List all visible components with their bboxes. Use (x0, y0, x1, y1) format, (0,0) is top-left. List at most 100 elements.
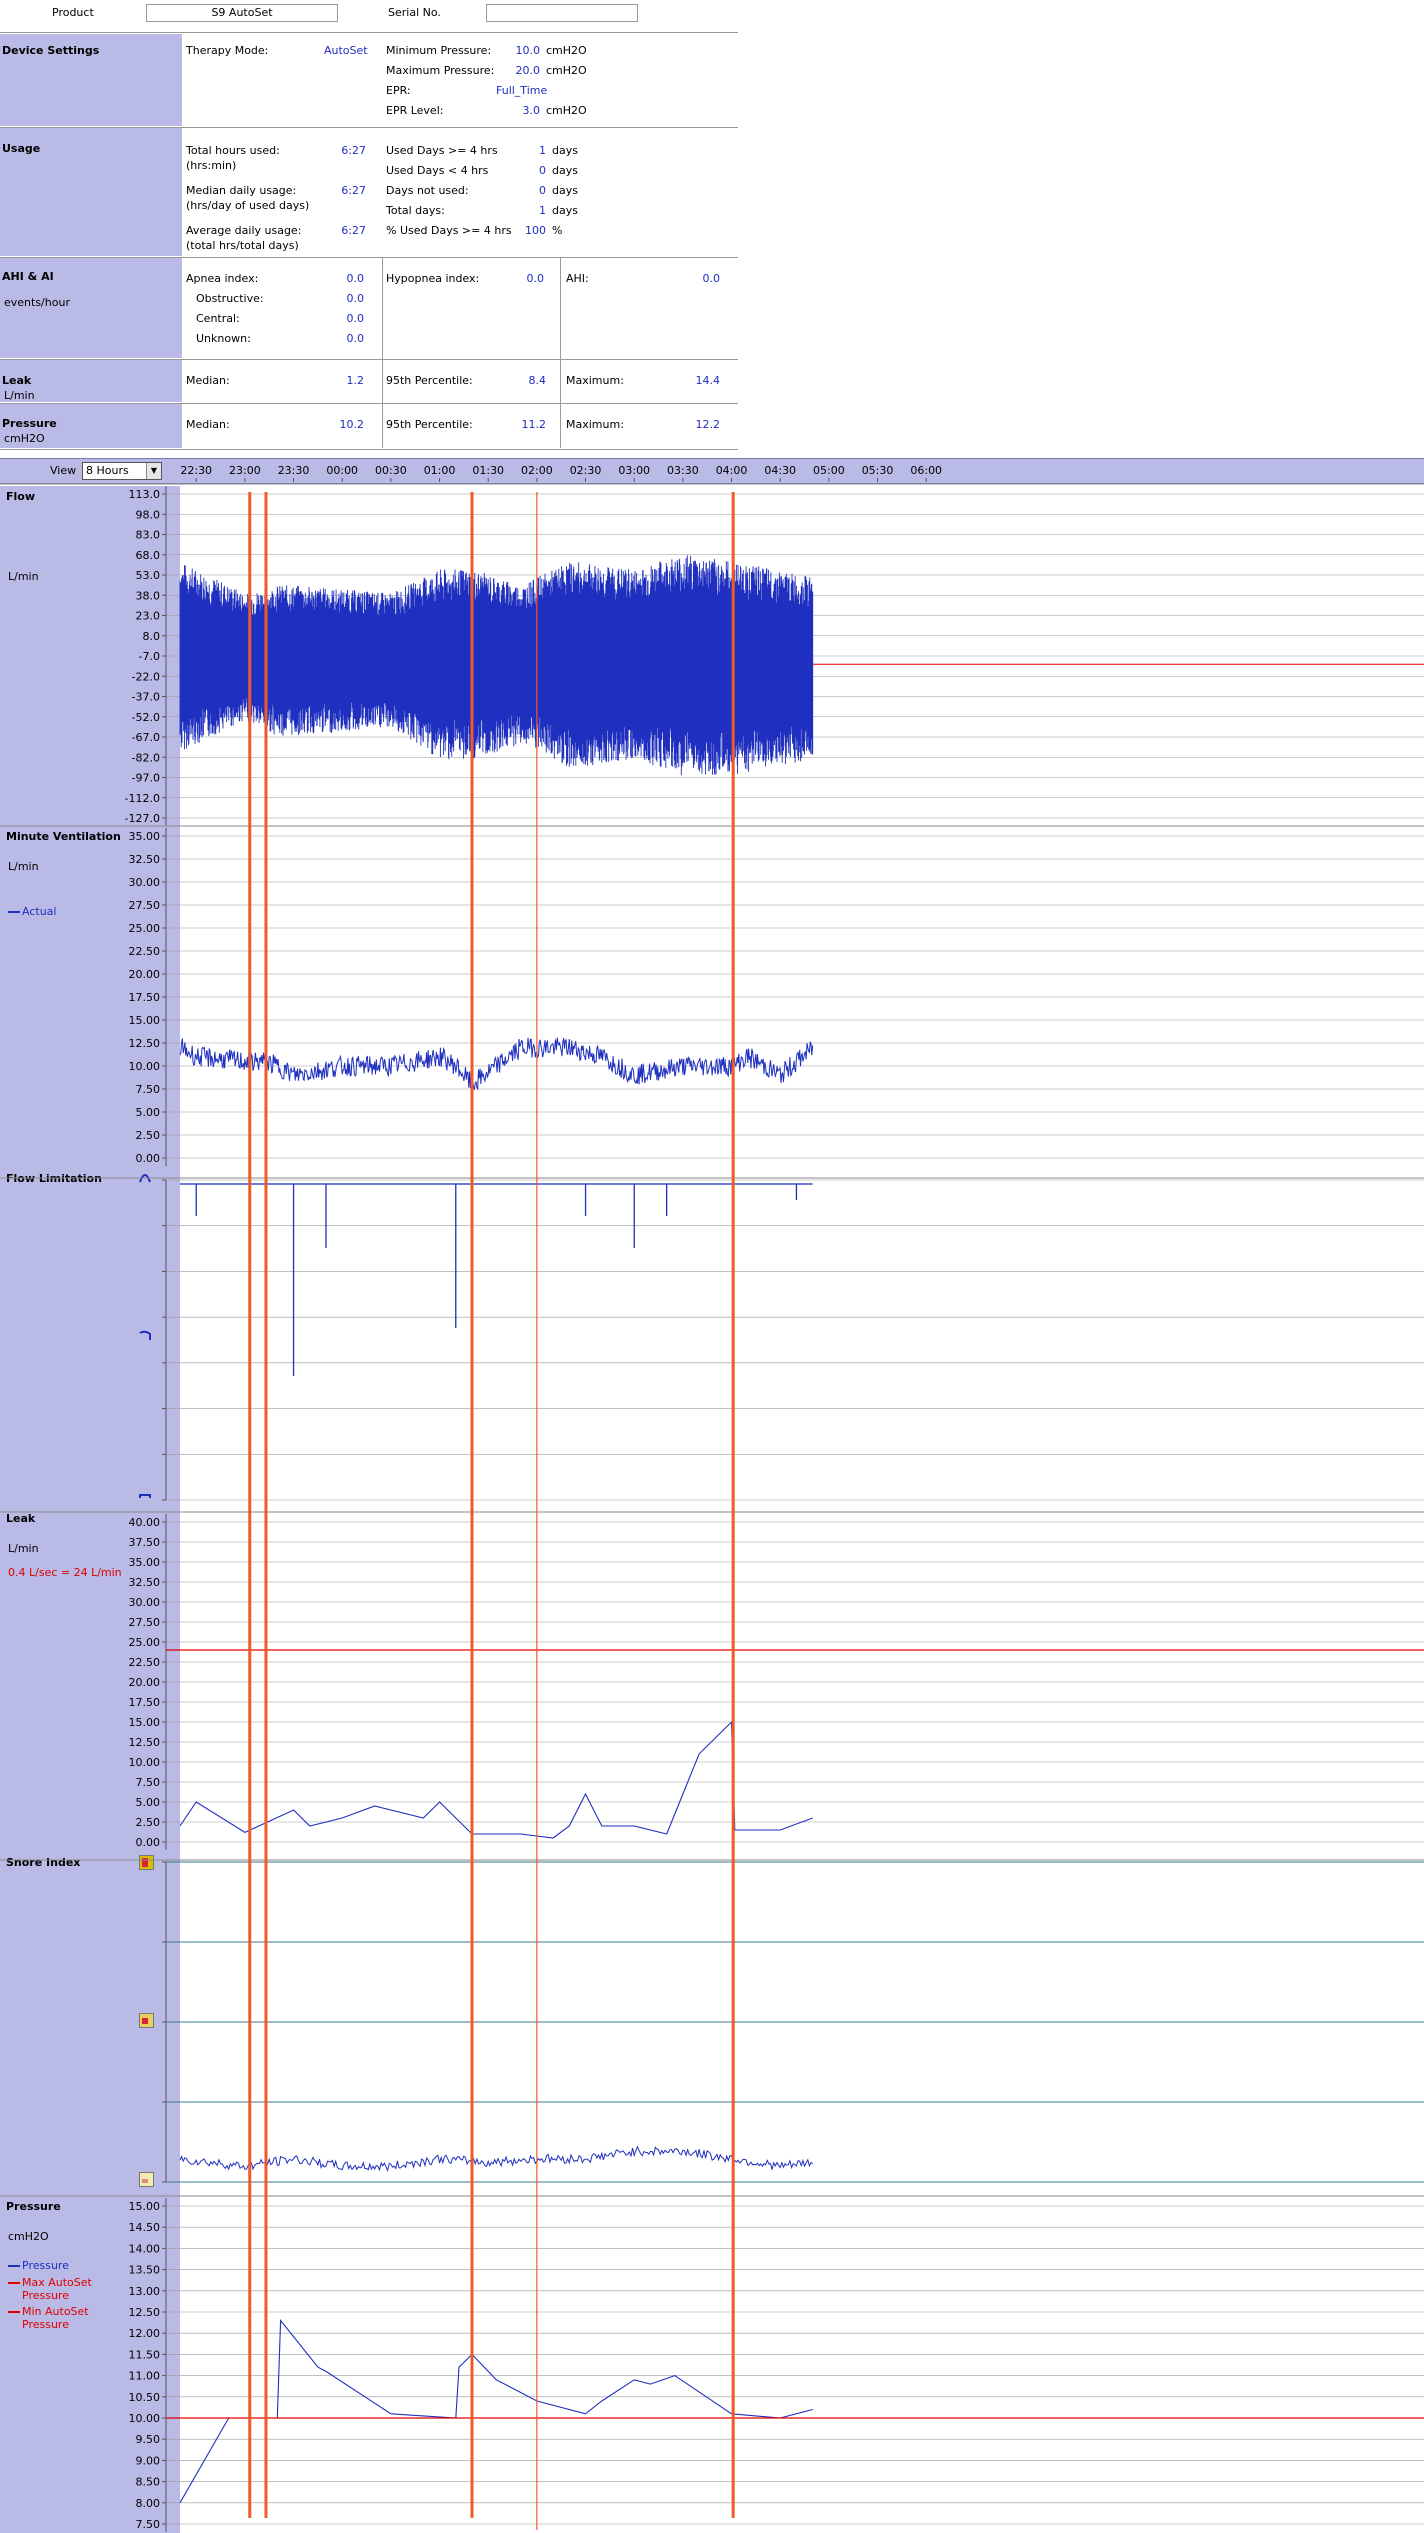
snore-low-icon (139, 2172, 154, 2187)
unknown-label: Unknown: (196, 332, 251, 345)
days-unit: days (552, 184, 578, 197)
fl-full-icon (139, 1174, 151, 1183)
leak-title: Leak (6, 1512, 36, 1525)
leak-median-label: Median: (186, 374, 230, 387)
pressure-unit: cmH2O (546, 44, 587, 57)
divider (0, 257, 738, 258)
leak-threshold-note: 0.4 L/sec = 24 L/min (8, 1566, 122, 1579)
obstructive-label: Obstructive: (196, 292, 264, 305)
min-pressure-label: Minimum Pressure: (386, 44, 492, 57)
device-settings-title: Device Settings (2, 44, 100, 57)
pressure-legend-max: Max AutoSet Pressure (22, 2276, 92, 2302)
pressure-legend-pressure: Pressure (22, 2259, 69, 2272)
fl-partial-icon (139, 1330, 151, 1340)
mv-legend-actual: Actual (22, 905, 57, 918)
median-usage-value: 6:27 (341, 184, 366, 197)
unknown-value: 0.0 (346, 332, 365, 345)
leak-p95-label: 95th Percentile: (386, 374, 473, 387)
product-label: Product (52, 6, 94, 19)
mv-legend-swatch (8, 911, 20, 913)
time-label: 03:30 (667, 464, 699, 477)
divider (0, 127, 738, 128)
pressure-summary-unit: cmH2O (4, 432, 45, 445)
divider (560, 258, 561, 448)
flow-title: Flow (6, 490, 36, 503)
pressure-legend-min: Min AutoSet Pressure (22, 2305, 89, 2331)
apnea-value: 0.0 (346, 272, 365, 285)
ahi-sub: events/hour (4, 296, 70, 309)
central-label: Central: (196, 312, 240, 325)
time-label: 01:00 (424, 464, 456, 477)
leak-max-value: 14.4 (695, 374, 721, 387)
time-label: 00:30 (375, 464, 407, 477)
pressure-legend-swatch (8, 2282, 20, 2284)
days-unit: days (552, 144, 578, 157)
total-hours-label: Total hours used: (186, 144, 280, 157)
not-used-value: 0 (539, 184, 546, 197)
time-label: 06:00 (910, 464, 942, 477)
total-days-value: 1 (539, 204, 546, 217)
fl-flat-icon (139, 1494, 151, 1498)
divider (0, 32, 738, 33)
leak-max-label: Maximum: (566, 374, 624, 387)
time-label: 04:00 (716, 464, 748, 477)
pressure-max-value: 12.2 (695, 418, 721, 431)
mv-sidebar (0, 828, 180, 1168)
epr-level-value: 3.0 (522, 104, 541, 117)
average-usage-sub: (total hrs/total days) (186, 239, 299, 252)
time-label: 04:30 (764, 464, 796, 477)
min-pressure-value: 10.0 (515, 44, 541, 57)
pressure-trace (179, 2318, 813, 2504)
fl-sidebar (0, 1168, 180, 1510)
days-unit: days (552, 164, 578, 177)
snore-title: Snore Index (6, 1856, 81, 1869)
pressure-p95-value: 11.2 (521, 418, 547, 431)
serial-label: Serial No. (388, 6, 441, 19)
used-lt4-value: 0 (539, 164, 546, 177)
average-usage-label: Average daily usage: (186, 224, 302, 237)
time-label: 23:00 (229, 464, 261, 477)
pct-used-label: % Used Days >= 4 hrs (386, 224, 512, 237)
time-label: 05:30 (862, 464, 894, 477)
fl-title: Flow Limitation (6, 1172, 102, 1185)
max-pressure-value: 20.0 (515, 64, 541, 77)
mv-unit: L/min (8, 860, 39, 873)
time-label: 05:00 (813, 464, 845, 477)
mv-trace (179, 1037, 814, 1091)
divider (0, 449, 738, 450)
total-days-label: Total days: (386, 204, 445, 217)
time-label: 02:00 (521, 464, 553, 477)
used-ge4-value: 1 (539, 144, 546, 157)
median-usage-sub: (hrs/day of used days) (186, 199, 310, 212)
product-field[interactable]: S9 AutoSet (146, 4, 338, 22)
time-label: 22:30 (180, 464, 212, 477)
pressure-median-label: Median: (186, 418, 230, 431)
pressure-unit: cmH2O (546, 104, 587, 117)
obstructive-value: 0.0 (346, 292, 365, 305)
pressure-unit: cmH2O (546, 64, 587, 77)
pressure-legend-swatch (8, 2311, 20, 2313)
flow-unit: L/min (8, 570, 39, 583)
serial-field[interactable] (486, 4, 638, 22)
snore-mid-icon (139, 2013, 154, 2028)
ahi-label: AHI: (566, 272, 589, 285)
pressure-median-value: 10.2 (339, 418, 365, 431)
time-label: 01:30 (472, 464, 504, 477)
pressure-title: Pressure (6, 2200, 61, 2213)
snore-trace (179, 2145, 813, 2173)
used-ge4-label: Used Days >= 4 hrs (386, 144, 498, 157)
time-label: 23:30 (278, 464, 310, 477)
leak-unit: L/min (8, 1542, 39, 1555)
flow-trace (179, 555, 814, 776)
snore-high-icon (139, 1855, 154, 1870)
therapy-mode-value: AutoSet (324, 44, 368, 57)
leak-median-value: 1.2 (346, 374, 365, 387)
ahi-title: AHI & AI (2, 270, 54, 283)
leak-sidebar (0, 1510, 180, 1852)
flow-sidebar (0, 486, 180, 828)
time-label: 02:30 (570, 464, 602, 477)
pct-used-value: 100 (525, 224, 546, 237)
divider (0, 403, 738, 404)
leak-summary-unit: L/min (4, 389, 35, 402)
leak-trace (179, 1720, 813, 1839)
